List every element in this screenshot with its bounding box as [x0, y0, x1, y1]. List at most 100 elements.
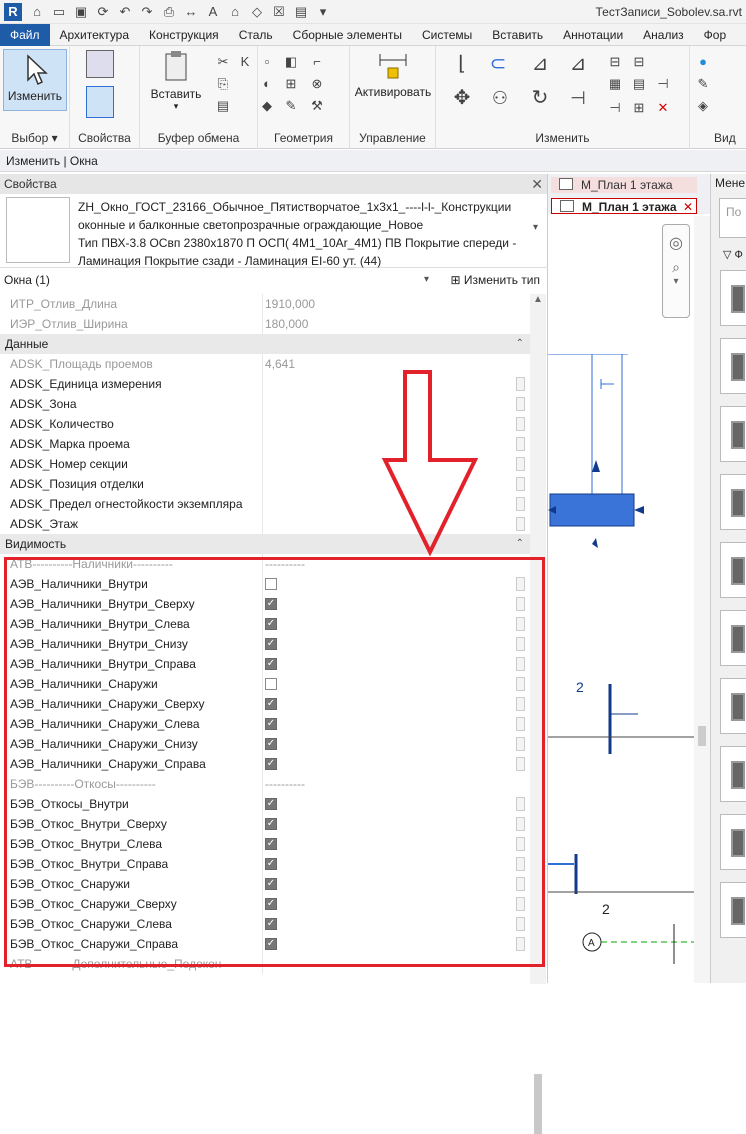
- split-gap-icon[interactable]: ⊟: [630, 54, 648, 70]
- family-thumbnail[interactable]: [720, 474, 746, 530]
- associate-parameter-button[interactable]: [516, 457, 525, 471]
- split-icon[interactable]: ⊟: [606, 54, 624, 70]
- tab-annotate[interactable]: Аннотации: [553, 24, 633, 46]
- paste-button[interactable]: Вставить ▾: [144, 50, 208, 116]
- sections-icon[interactable]: ◇: [249, 4, 265, 20]
- scroll-up-icon[interactable]: ▲: [530, 294, 546, 310]
- tab-analyze[interactable]: Анализ: [633, 24, 694, 46]
- browser-search-input[interactable]: По: [719, 198, 746, 238]
- switch-windows-icon[interactable]: ▤: [293, 4, 309, 20]
- tab-file[interactable]: Файл: [0, 23, 50, 46]
- family-thumbnail[interactable]: [720, 814, 746, 870]
- array-icon[interactable]: ▦: [606, 76, 624, 92]
- trim-icon[interactable]: ⊣: [564, 89, 592, 114]
- scroll-thumb[interactable]: [534, 1074, 542, 1134]
- tab-steel[interactable]: Сталь: [229, 24, 283, 46]
- associate-parameter-button[interactable]: [516, 377, 525, 391]
- collapse-icon[interactable]: ⌃: [516, 334, 524, 354]
- join-icon[interactable]: ▫: [258, 54, 276, 70]
- type-dropdown-icon[interactable]: ▾: [533, 222, 538, 233]
- undo-icon[interactable]: ↶: [117, 4, 133, 20]
- lightbulb-icon[interactable]: ●: [694, 54, 712, 70]
- print-icon[interactable]: ⎙: [161, 4, 177, 20]
- rotate-icon[interactable]: ↻: [526, 88, 554, 114]
- family-thumbnail[interactable]: [720, 678, 746, 734]
- associate-parameter-button[interactable]: [516, 477, 525, 491]
- property-value[interactable]: 180,000: [265, 314, 515, 334]
- offset-icon[interactable]: ⊂: [484, 54, 512, 80]
- family-thumbnail[interactable]: [720, 882, 746, 938]
- family-thumbnail[interactable]: [720, 338, 746, 394]
- filter-label[interactable]: Окна (1): [4, 273, 50, 287]
- steering-wheel-icon[interactable]: ◎: [663, 233, 689, 253]
- family-thumbnail[interactable]: [720, 542, 746, 598]
- navigation-bar[interactable]: ◎ ⌕ ▾: [662, 224, 690, 318]
- override-graphics-icon[interactable]: ✎: [694, 76, 712, 92]
- align-icon[interactable]: ⌊: [448, 54, 476, 80]
- unpin-icon[interactable]: ⊣: [606, 100, 624, 116]
- tab-massing[interactable]: Фор: [694, 24, 736, 46]
- tab-insert[interactable]: Вставить: [482, 24, 553, 46]
- family-thumbnail[interactable]: [720, 746, 746, 802]
- zoom-dropdown-icon[interactable]: ▾: [663, 276, 689, 287]
- properties-button[interactable]: [84, 86, 116, 120]
- cut-geometry-icon[interactable]: ◧: [282, 54, 300, 70]
- trim-multiple-icon[interactable]: ⊞: [630, 100, 648, 116]
- copy-icon[interactable]: ⎘: [214, 76, 232, 92]
- measure-icon[interactable]: ↔: [183, 4, 199, 20]
- tab-precast[interactable]: Сборные элементы: [283, 24, 412, 46]
- view-scrollbar[interactable]: [694, 216, 710, 983]
- scale-icon[interactable]: ▤: [630, 76, 648, 92]
- sync-icon[interactable]: ⟳: [95, 4, 111, 20]
- family-thumbnail[interactable]: [720, 610, 746, 666]
- mirror-axis-icon[interactable]: ⊿: [526, 54, 554, 80]
- delete-icon[interactable]: ✕: [654, 100, 672, 116]
- open-icon[interactable]: ▭: [51, 4, 67, 20]
- close-windows-icon[interactable]: ☒: [271, 4, 287, 20]
- filter-dropdown-icon[interactable]: ▾: [424, 270, 429, 290]
- collapse-icon[interactable]: ⌃: [516, 534, 524, 554]
- drawing-view[interactable]: М_План 1 этажа М_План 1 этажа ✕ ◎ ⌕ ▾ 140…: [548, 174, 710, 983]
- selection-box-icon[interactable]: ◈: [694, 98, 712, 114]
- text-icon[interactable]: A: [205, 4, 221, 20]
- save-icon[interactable]: ▣: [73, 4, 89, 20]
- close-icon[interactable]: ✕: [531, 174, 543, 194]
- paint-bucket-icon[interactable]: ✎: [282, 98, 300, 114]
- hammer-icon[interactable]: ⚒: [308, 98, 326, 114]
- modify-button[interactable]: Изменить: [3, 49, 67, 111]
- view-tab-plan[interactable]: М_План 1 этажа: [551, 177, 697, 193]
- property-value[interactable]: 1910,000: [265, 294, 515, 314]
- paint-icon[interactable]: ◐: [258, 76, 276, 92]
- family-thumbnail[interactable]: [720, 270, 746, 326]
- match-type-icon[interactable]: ▤: [214, 98, 232, 114]
- beam-join-icon[interactable]: ◆: [258, 98, 276, 114]
- view-scroll-thumb[interactable]: [698, 726, 706, 746]
- tab-architecture[interactable]: Архитектура: [50, 24, 140, 46]
- type-selector[interactable]: ZH_Окно_ГОСТ_23166_Обычное_Пятистворчато…: [0, 194, 548, 268]
- wall-joins-icon[interactable]: ⌐: [308, 54, 326, 70]
- tab-systems[interactable]: Системы: [412, 24, 482, 46]
- edit-type-button[interactable]: ⊞ Изменить тип: [450, 270, 540, 290]
- select-panel-label[interactable]: Выбор ▾: [0, 131, 69, 145]
- redo-icon[interactable]: ↷: [139, 4, 155, 20]
- revit-logo[interactable]: R: [4, 2, 22, 21]
- view-3d-icon[interactable]: ⌂: [227, 4, 243, 20]
- home-icon[interactable]: ⌂: [29, 4, 45, 20]
- zoom-icon[interactable]: ⌕: [663, 259, 689, 276]
- family-thumbnail[interactable]: [720, 406, 746, 462]
- split-face-icon[interactable]: ⊞: [282, 76, 300, 92]
- mirror-draw-icon[interactable]: ⊿: [564, 54, 592, 80]
- associate-parameter-button[interactable]: [516, 517, 525, 531]
- close-tab-icon[interactable]: ✕: [683, 199, 693, 215]
- dropdown-icon[interactable]: ▾: [315, 4, 331, 20]
- cope-icon[interactable]: K: [236, 54, 254, 70]
- associate-parameter-button[interactable]: [516, 417, 525, 431]
- browser-filter[interactable]: ▽ Ф: [723, 248, 743, 261]
- property-row[interactable]: ИЭР_Отлив_Ширина 180,000: [0, 314, 530, 334]
- cut-icon[interactable]: ✂: [214, 54, 232, 70]
- pin-icon[interactable]: ⊣: [654, 76, 672, 92]
- move-icon[interactable]: ✥: [448, 88, 476, 114]
- property-group[interactable]: Данные ⌃: [0, 334, 530, 354]
- associate-parameter-button[interactable]: [516, 397, 525, 411]
- associate-parameter-button[interactable]: [516, 497, 525, 511]
